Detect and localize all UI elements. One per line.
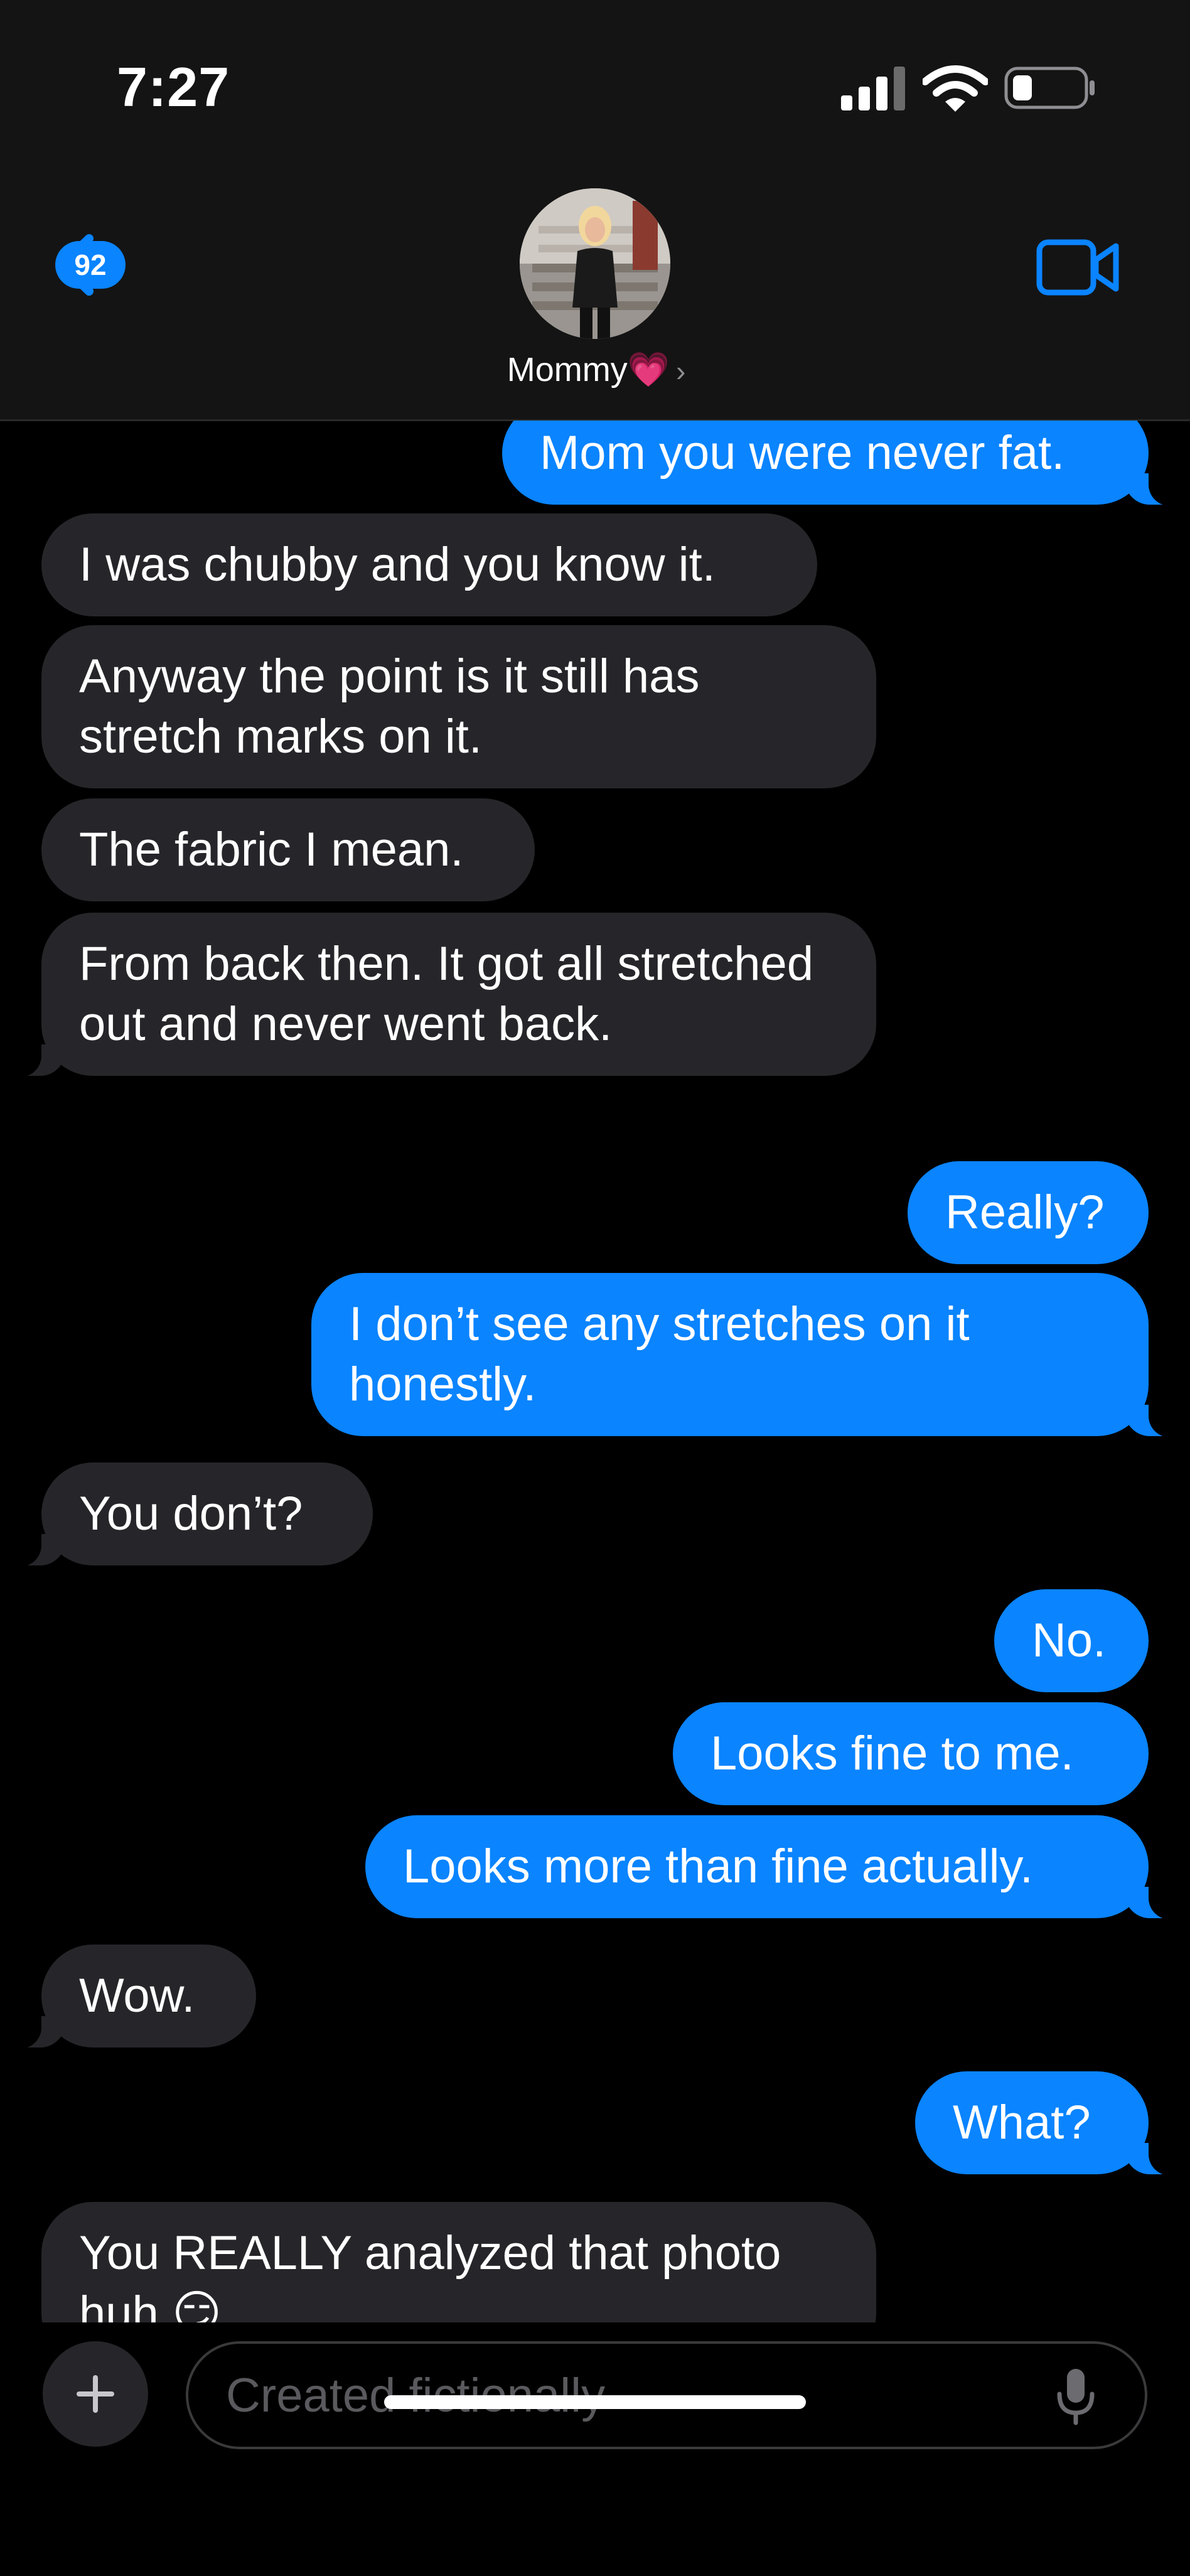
status-time: 7:27: [117, 56, 230, 118]
message-bubble-incoming[interactable]: You REALLY analyzed that photo huh 😏: [41, 2202, 876, 2322]
message-text: You don’t?: [79, 1487, 303, 1540]
contact-name: Mommy: [507, 351, 628, 389]
message-text: I don’t see any stretches on it honestly…: [349, 1297, 970, 1411]
conversation-header: 92 Mommy💗 ›: [0, 157, 1190, 421]
message-thread[interactable]: Mom you were never fat. I was chubby and…: [0, 421, 1190, 2322]
message-text: From back then. It got all stretched out…: [79, 937, 814, 1051]
cellular-signal-icon: [841, 67, 905, 110]
message-text: You REALLY analyzed that photo huh 😏: [79, 2226, 781, 2322]
contact-avatar[interactable]: [520, 188, 670, 339]
message-text: Wow.: [79, 1969, 195, 2022]
message-bubble-incoming[interactable]: Wow.: [9, 1945, 256, 2049]
message-bubble-incoming[interactable]: The fabric I mean.: [41, 798, 535, 901]
chevron-right-icon: ›: [675, 355, 686, 387]
message-bubble-outgoing[interactable]: Mom you were never fat.: [502, 421, 1181, 506]
message-bubble-outgoing[interactable]: Looks fine to me.: [673, 1702, 1149, 1805]
battery-icon: [1004, 67, 1095, 109]
message-text: Looks more than fine actually.: [403, 1840, 1034, 1893]
contact-name-button[interactable]: Mommy💗 ›: [439, 350, 753, 390]
message-bubble-incoming[interactable]: Anyway the point is it still has stretch…: [41, 625, 876, 788]
status-bar: 7:27: [0, 0, 1190, 157]
message-text: Looks fine to me.: [710, 1727, 1074, 1780]
message-text: I was chubby and you know it.: [79, 538, 716, 591]
video-call-icon[interactable]: [1036, 236, 1121, 299]
message-text: Really?: [945, 1186, 1105, 1239]
unread-count-badge[interactable]: 92: [55, 241, 126, 289]
message-bubble-incoming[interactable]: You don’t?: [9, 1462, 373, 1567]
message-text: No.: [1032, 1614, 1107, 1667]
microphone-icon[interactable]: [1053, 2366, 1098, 2427]
message-bubble-incoming[interactable]: From back then. It got all stretched out…: [9, 913, 876, 1077]
message-text: Mom you were never fat.: [540, 426, 1065, 480]
contact-emoji: 💗: [627, 351, 670, 389]
message-bubble-outgoing[interactable]: I don’t see any stretches on it honestly…: [311, 1273, 1181, 1437]
message-bubble-outgoing[interactable]: No.: [994, 1589, 1149, 1692]
home-indicator[interactable]: [384, 2395, 806, 2409]
message-text: What?: [953, 2096, 1091, 2149]
avatar-photo: [520, 188, 670, 339]
message-bubble-outgoing[interactable]: What?: [915, 2071, 1181, 2176]
message-composer: [0, 2322, 1190, 2576]
message-text: The fabric I mean.: [79, 823, 464, 876]
wifi-icon: [923, 65, 988, 112]
message-bubble-incoming[interactable]: I was chubby and you know it.: [41, 513, 817, 616]
plus-icon[interactable]: [43, 2341, 148, 2447]
message-bubble-outgoing[interactable]: Really?: [908, 1161, 1149, 1264]
message-bubble-outgoing[interactable]: Looks more than fine actually.: [365, 1815, 1181, 1919]
message-text: Anyway the point is it still has stretch…: [79, 650, 700, 763]
